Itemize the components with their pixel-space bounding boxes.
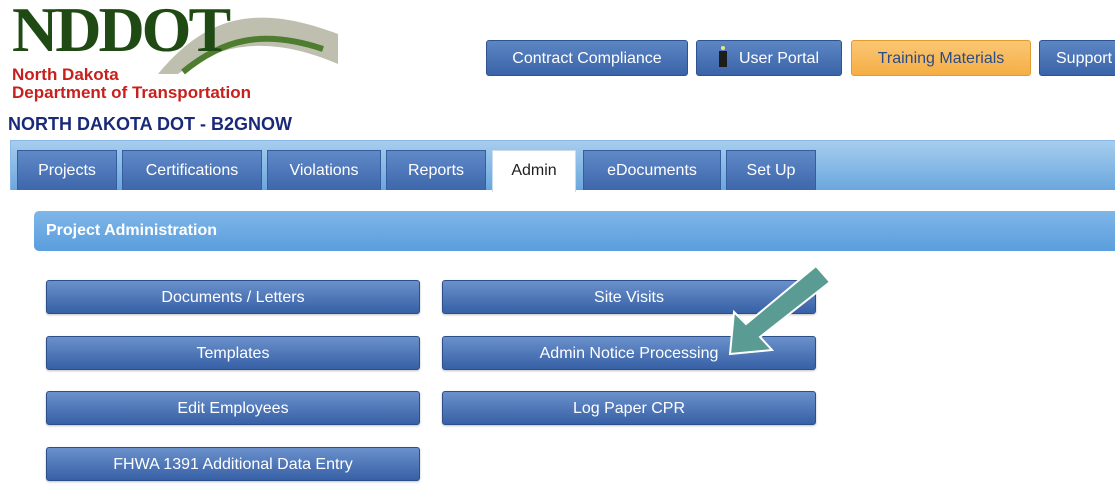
tab-set-up[interactable]: Set Up [726, 150, 816, 190]
training-materials-label: Training Materials [877, 50, 1005, 67]
contract-compliance-button[interactable]: Contract Compliance [486, 40, 688, 76]
nddot-logo: NDDOT North Dakota Department of Transpo… [8, 0, 348, 104]
section-title: Project Administration [46, 222, 217, 239]
tab-reports[interactable]: Reports [386, 150, 486, 190]
tab-admin[interactable]: Admin [492, 150, 576, 192]
training-materials-button[interactable]: Training Materials [851, 40, 1031, 76]
documents-letters-button[interactable]: Documents / Letters [46, 280, 420, 314]
logo-line-state: North Dakota [12, 65, 119, 84]
user-portal-label: User Portal [738, 50, 820, 67]
log-paper-cpr-button[interactable]: Log Paper CPR [442, 391, 816, 425]
contract-compliance-label: Contract Compliance [512, 50, 662, 67]
templates-button[interactable]: Templates [46, 336, 420, 370]
fhwa-1391-button[interactable]: FHWA 1391 Additional Data Entry [46, 447, 420, 481]
tab-projects[interactable]: Projects [17, 150, 117, 190]
support-button[interactable]: Support [1039, 40, 1115, 76]
tab-certifications[interactable]: Certifications [122, 150, 262, 190]
site-title: NORTH DAKOTA DOT - B2GNOW [8, 114, 292, 134]
support-label: Support [1056, 50, 1113, 67]
pointer-arrow-icon [728, 264, 832, 356]
tab-edocuments[interactable]: eDocuments [583, 150, 721, 190]
section-header-project-administration: Project Administration [34, 211, 1115, 251]
logo-line-department: Department of Transportation [12, 83, 251, 102]
tab-violations[interactable]: Violations [267, 150, 381, 190]
edit-employees-button[interactable]: Edit Employees [46, 391, 420, 425]
user-portal-button[interactable]: User Portal [696, 40, 842, 76]
logo-abbreviation: NDDOT [12, 0, 231, 65]
lighthouse-icon [718, 45, 727, 67]
